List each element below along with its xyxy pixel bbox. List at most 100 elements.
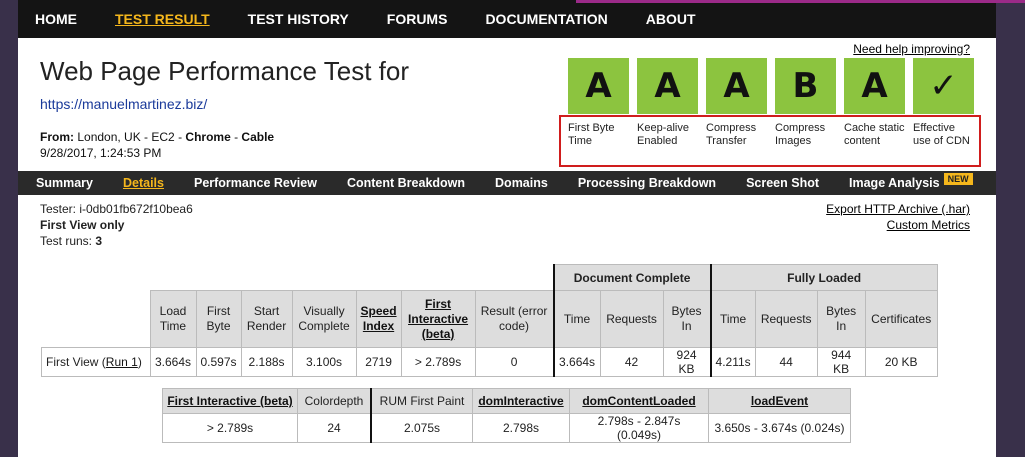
col-doc-requests: Requests (599, 290, 664, 348)
tester-info: Tester: i-0db01fb672f10bea6 First View o… (40, 201, 193, 249)
cell-first-byte: 0.597s (195, 347, 242, 377)
page-title: Web Page Performance Test for (40, 56, 410, 86)
nav-about[interactable]: ABOUT (646, 11, 696, 27)
blank-header (41, 264, 554, 291)
metrics-table: Document Complete Fully Loaded Load Time… (41, 264, 938, 377)
grade-label-keep-alive: Keep-alive Enabled (637, 122, 689, 147)
tab-image-analysis-label: Image Analysis (849, 176, 940, 190)
col-colordepth: Colordepth (297, 388, 372, 414)
grade-cache-static[interactable]: A (844, 58, 905, 114)
cell-speed-index: 2719 (355, 347, 402, 377)
tested-url-link[interactable]: https://manuelmartinez.biz/ (40, 96, 207, 112)
connection-type: Cable (241, 130, 275, 144)
cell-load-event: 3.650s - 3.674s (0.024s) (708, 413, 851, 443)
load-event-link[interactable]: loadEvent (751, 394, 808, 408)
tab-screen-shot[interactable]: Screen Shot (746, 176, 819, 190)
col-dom-content-loaded: domContentLoaded (569, 388, 709, 414)
speed-index-link[interactable]: Speed Index (361, 304, 397, 333)
cell-doc-time: 3.664s (552, 347, 601, 377)
col-speed-index: Speed Index (355, 290, 402, 348)
grade-first-byte[interactable]: A (568, 58, 629, 114)
cell-visually-complete: 3.100s (291, 347, 357, 377)
dom-interactive-link[interactable]: domInteractive (478, 394, 563, 408)
grade-labels-highlight: First Byte Time Keep-alive Enabled Compr… (559, 115, 981, 167)
cell-full-bytes-in: 944 KB (816, 347, 866, 377)
test-runs-value: 3 (95, 234, 103, 248)
top-navigation-bar: HOME TEST RESULT TEST HISTORY FORUMS DOC… (18, 0, 1025, 38)
cell-first-interactive-2: > 2.789s (162, 413, 298, 443)
test-location: From: London, UK - EC2 - Chrome - Cable (40, 130, 274, 144)
grade-label-compress-transfer: Compress Transfer (706, 122, 757, 147)
table-header-row: First Interactive (beta) Colordepth RUM … (162, 388, 851, 414)
col-first-byte: First Byte (195, 290, 242, 348)
tab-performance-review[interactable]: Performance Review (194, 176, 317, 190)
grade-keep-alive[interactable]: A (637, 58, 698, 114)
grade-cdn-check[interactable]: ✓ (913, 58, 974, 114)
nav-forums[interactable]: FORUMS (387, 11, 448, 27)
cell-dom-content-loaded: 2.798s - 2.847s (0.049s) (569, 413, 709, 443)
group-document-complete: Document Complete (552, 264, 712, 291)
cell-certificates: 20 KB (864, 347, 938, 377)
tab-processing-breakdown[interactable]: Processing Breakdown (578, 176, 716, 190)
tab-content-breakdown[interactable]: Content Breakdown (347, 176, 465, 190)
tester-id: Tester: i-0db01fb672f10bea6 (40, 202, 193, 216)
col-visually-complete: Visually Complete (291, 290, 357, 348)
cell-load-time: 3.664s (149, 347, 197, 377)
first-interactive-link-2[interactable]: First Interactive (beta) (167, 394, 292, 408)
grade-compress-transfer[interactable]: A (706, 58, 767, 114)
tab-summary[interactable]: Summary (36, 176, 93, 190)
table-row: > 2.789s 24 2.075s 2.798s 2.798s - 2.847… (162, 413, 851, 443)
group-fully-loaded: Fully Loaded (709, 264, 938, 291)
nav-home[interactable]: HOME (35, 11, 77, 27)
view-mode: First View only (40, 218, 125, 232)
new-badge: NEW (943, 173, 973, 185)
cell-first-interactive: > 2.789s (400, 347, 476, 377)
col-first-interactive: First Interactive (beta) (400, 290, 476, 348)
test-runs-label: Test runs: (40, 234, 96, 248)
table-row: First View (Run 1) 3.664s 0.597s 2.188s … (41, 347, 938, 377)
col-result: Result (error code) (474, 290, 555, 348)
cell-doc-bytes-in: 924 KB (662, 347, 712, 377)
grade-label-compress-images: Compress Images (775, 122, 826, 147)
col-full-bytes-in: Bytes In (816, 290, 866, 348)
need-help-link[interactable]: Need help improving? (853, 42, 970, 56)
nav-test-history[interactable]: TEST HISTORY (248, 11, 349, 27)
tab-details[interactable]: Details (123, 176, 164, 190)
cell-full-requests: 44 (754, 347, 818, 377)
export-har-link[interactable]: Export HTTP Archive (.har) (826, 201, 970, 217)
tab-domains[interactable]: Domains (495, 176, 548, 190)
from-value: London, UK - EC2 - (77, 130, 186, 144)
col-certificates: Certificates (864, 290, 938, 348)
cell-colordepth: 24 (297, 413, 372, 443)
cell-doc-requests: 42 (599, 347, 664, 377)
row-label-close: ) (137, 355, 142, 369)
cell-dom-interactive: 2.798s (472, 413, 570, 443)
col-dom-interactive: domInteractive (472, 388, 570, 414)
col-full-requests: Requests (754, 290, 818, 348)
col-first-interactive-2: First Interactive (beta) (162, 388, 298, 414)
cell-full-time: 4.211s (709, 347, 756, 377)
grade-label-cdn: Effective use of CDN (913, 122, 970, 147)
nav-documentation[interactable]: DOCUMENTATION (485, 11, 607, 27)
col-full-time: Time (709, 290, 756, 348)
run-1-link[interactable]: Run 1 (106, 355, 138, 369)
test-date: 9/28/2017, 1:24:53 PM (40, 146, 162, 160)
table-header-row: Load Time First Byte Start Render Visual… (41, 290, 938, 348)
row-label-header (41, 290, 150, 348)
first-interactive-link[interactable]: First Interactive (beta) (408, 297, 468, 341)
row-label: First View (Run 1) (41, 347, 151, 377)
col-doc-bytes-in: Bytes In (662, 290, 712, 348)
cell-start-render: 2.188s (240, 347, 293, 377)
custom-metrics-link[interactable]: Custom Metrics (826, 217, 970, 233)
col-rum-first-paint: RUM First Paint (370, 388, 473, 414)
nav-test-result[interactable]: TEST RESULT (115, 11, 210, 27)
tab-image-analysis[interactable]: Image Analysis NEW (849, 173, 973, 190)
from-label: From: (40, 130, 74, 144)
grade-compress-images[interactable]: B (775, 58, 836, 114)
cell-rum-first-paint: 2.075s (370, 413, 473, 443)
browser-name: Chrome (185, 130, 231, 144)
row-label-text: First View ( (46, 355, 106, 369)
separator: - (230, 130, 242, 144)
main-content: Web Page Performance Test for https://ma… (18, 38, 996, 457)
dom-content-loaded-link[interactable]: domContentLoaded (582, 394, 695, 408)
